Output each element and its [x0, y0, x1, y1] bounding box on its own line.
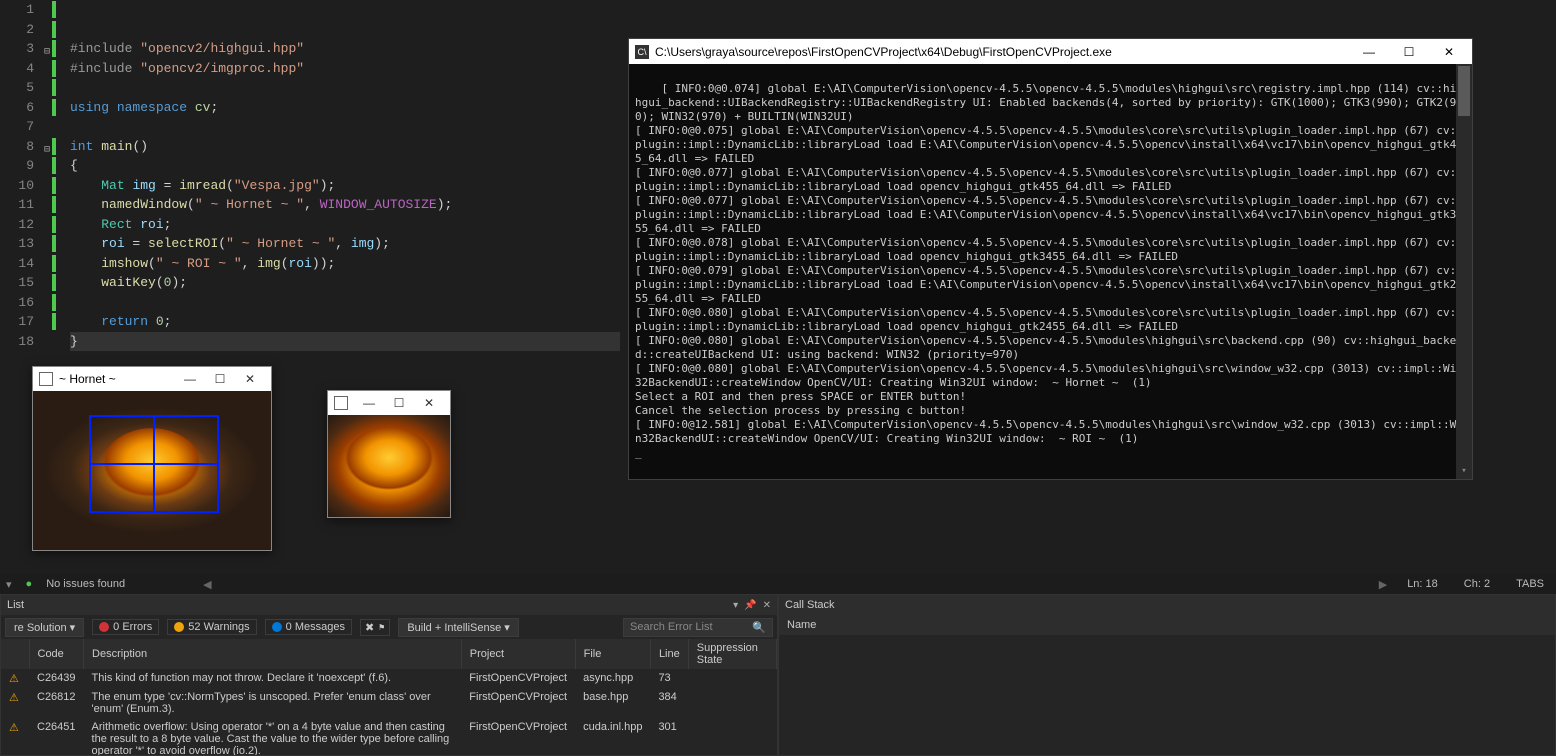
- error-row[interactable]: ⚠C26812The enum type 'cv::NormTypes' is …: [1, 688, 777, 718]
- minimize-button[interactable]: ―: [1352, 45, 1386, 59]
- panel-title: List: [7, 599, 24, 611]
- maximize-button[interactable]: ☐: [205, 372, 235, 386]
- dropdown-icon[interactable]: ▾: [733, 600, 738, 611]
- status-no-issues: No issues found: [46, 578, 125, 590]
- roi-window-titlebar[interactable]: ― ☐ ✕: [328, 391, 450, 415]
- console-scrollbar[interactable]: ▾: [1456, 64, 1472, 479]
- close-icon[interactable]: ✕: [763, 600, 771, 611]
- roi-image: [328, 415, 450, 517]
- check-icon: ●: [26, 578, 33, 590]
- roi-selection[interactable]: [89, 415, 219, 513]
- call-stack-body[interactable]: [779, 635, 1555, 755]
- search-icon: 🔍: [752, 621, 766, 634]
- minimize-button[interactable]: ―: [175, 372, 205, 386]
- bottom-panels: List ▾ 📌 ✕ re Solution ▾ 0 Errors 52 War…: [0, 594, 1556, 756]
- status-char: Ch: 2: [1458, 578, 1496, 590]
- scrollbar-down-icon[interactable]: ▾: [1456, 463, 1472, 479]
- change-markers: ⊟⊟: [52, 0, 66, 345]
- panel-title: Call Stack: [785, 599, 835, 611]
- maximize-button[interactable]: ☐: [384, 396, 414, 410]
- error-row[interactable]: ⚠C26451Arithmetic overflow: Using operat…: [1, 718, 777, 755]
- hornet-window[interactable]: ~ Hornet ~ ― ☐ ✕: [32, 366, 272, 551]
- code-editor[interactable]: 123456789101112131415161718 ⊟⊟ #include …: [0, 0, 620, 345]
- warning-icon: ⚠: [9, 672, 21, 685]
- scrollbar-thumb[interactable]: [1458, 66, 1470, 116]
- call-stack-header[interactable]: Call Stack: [779, 595, 1555, 615]
- code-content[interactable]: #include "opencv2/highgui.hpp"#include "…: [66, 0, 620, 345]
- status-indent[interactable]: TABS: [1510, 578, 1550, 590]
- chevron-down-icon[interactable]: ▾: [6, 578, 12, 591]
- window-app-icon: [334, 396, 348, 410]
- chevron-left-icon[interactable]: ◀: [203, 578, 211, 591]
- status-bar: ▾ ● No issues found ◀ ▶ Ln: 18 Ch: 2 TAB…: [0, 574, 1556, 594]
- console-output[interactable]: [ INFO:0@0.074] global E:\AI\ComputerVis…: [629, 64, 1472, 479]
- pin-icon[interactable]: 📌: [744, 600, 756, 611]
- minimize-button[interactable]: ―: [354, 396, 384, 410]
- error-list-toolbar: re Solution ▾ 0 Errors 52 Warnings 0 Mes…: [1, 615, 777, 639]
- warnings-filter[interactable]: 52 Warnings: [167, 619, 256, 635]
- warning-icon: ⚠: [9, 691, 21, 704]
- console-app-icon: C\: [635, 45, 649, 59]
- errors-filter[interactable]: 0 Errors: [92, 619, 159, 635]
- hornet-image[interactable]: [33, 391, 271, 550]
- console-title-text: C:\Users\graya\source\repos\FirstOpenCVP…: [655, 45, 1346, 59]
- error-list-header[interactable]: List ▾ 📌 ✕: [1, 595, 777, 615]
- roi-window[interactable]: ― ☐ ✕: [327, 390, 451, 518]
- close-button[interactable]: ✕: [414, 396, 444, 410]
- error-search-input[interactable]: Search Error List 🔍: [623, 618, 773, 637]
- messages-filter[interactable]: 0 Messages: [265, 619, 352, 635]
- close-button[interactable]: ✕: [1432, 45, 1466, 59]
- error-icon: [99, 622, 109, 632]
- status-line: Ln: 18: [1401, 578, 1444, 590]
- clear-filter-button[interactable]: ✖⚑: [360, 619, 390, 636]
- build-filter-dropdown[interactable]: Build + IntelliSense ▾: [398, 618, 518, 637]
- console-window[interactable]: C\ C:\Users\graya\source\repos\FirstOpen…: [628, 38, 1473, 480]
- close-button[interactable]: ✕: [235, 372, 265, 386]
- maximize-button[interactable]: ☐: [1392, 45, 1426, 59]
- warning-icon: [174, 622, 184, 632]
- console-titlebar[interactable]: C\ C:\Users\graya\source\repos\FirstOpen…: [629, 39, 1472, 64]
- scope-dropdown[interactable]: re Solution ▾: [5, 618, 84, 637]
- chevron-right-icon[interactable]: ▶: [1379, 578, 1387, 591]
- console-text: [ INFO:0@0.074] global E:\AI\ComputerVis…: [635, 82, 1463, 459]
- info-icon: [272, 622, 282, 632]
- call-stack-panel[interactable]: Call Stack Name: [778, 594, 1556, 756]
- column-name: Name: [787, 619, 816, 631]
- call-stack-columns: Name: [779, 615, 1555, 635]
- window-app-icon: [39, 372, 53, 386]
- warning-icon: ⚠: [9, 721, 21, 734]
- error-table[interactable]: CodeDescriptionProjectFileLineSuppressio…: [1, 639, 777, 755]
- error-row[interactable]: ⚠C26439This kind of function may not thr…: [1, 669, 777, 688]
- hornet-window-title: ~ Hornet ~: [59, 372, 175, 386]
- hornet-window-titlebar[interactable]: ~ Hornet ~ ― ☐ ✕: [33, 367, 271, 391]
- error-list-panel[interactable]: List ▾ 📌 ✕ re Solution ▾ 0 Errors 52 War…: [0, 594, 778, 756]
- error-table-header[interactable]: CodeDescriptionProjectFileLineSuppressio…: [1, 639, 777, 669]
